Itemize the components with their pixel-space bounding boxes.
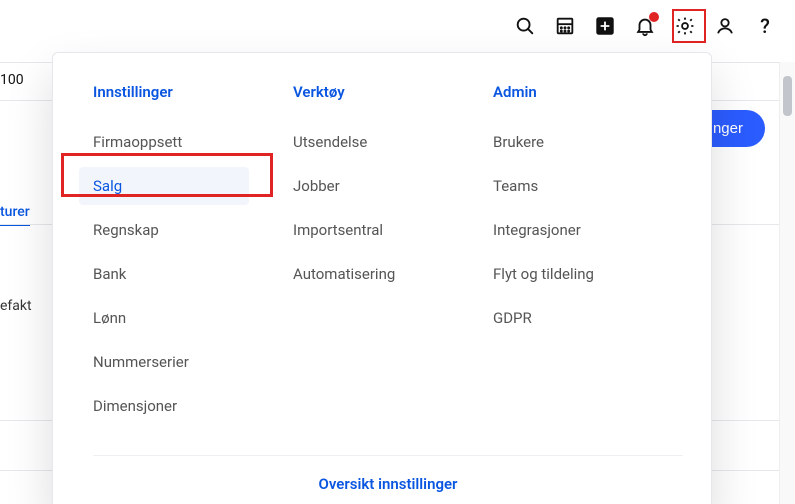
sidebar-tab-fragment[interactable]: efakt [0,294,32,318]
menu-item-regnskap[interactable]: Regnskap [79,211,249,249]
menu-item-gdpr[interactable]: GDPR [479,299,649,337]
menu-footer: Oversikt innstillinger [93,455,683,493]
page-number-fragment: 100 [0,72,24,88]
menu-item-flyt-og-tildeling[interactable]: Flyt og tildeling [479,255,649,293]
user-icon[interactable] [713,14,737,38]
scrollbar-thumb[interactable] [783,76,792,116]
calculator-icon[interactable] [553,14,577,38]
menu-column-title: Innstillinger [93,83,283,101]
menu-column-admin: Admin Brukere Teams Integrasjoner Flyt o… [493,83,683,431]
help-icon[interactable]: ? [753,14,777,38]
menu-item-nummerserier[interactable]: Nummerserier [79,343,249,381]
menu-overview-link[interactable]: Oversikt innstillinger [319,475,458,493]
menu-item-dimensjoner[interactable]: Dimensjoner [79,387,249,425]
menu-column-verktoy: Verktøy Utsendelse Jobber Importsentral … [293,83,483,431]
scrollbar[interactable] [779,62,795,504]
menu-item-integrasjoner[interactable]: Integrasjoner [479,211,649,249]
top-icon-bar: ? [513,14,777,38]
menu-item-bank[interactable]: Bank [79,255,249,293]
menu-column-title: Verktøy [293,83,483,101]
gear-icon[interactable] [673,14,697,38]
menu-item-salg[interactable]: Salg [79,167,249,205]
menu-item-automatisering[interactable]: Automatisering [279,255,449,293]
menu-item-teams[interactable]: Teams [479,167,649,205]
menu-item-brukere[interactable]: Brukere [479,123,649,161]
notification-dot [649,12,659,22]
menu-column-innstillinger: Innstillinger Firmaoppsett Salg Regnskap… [93,83,283,431]
add-icon[interactable] [593,14,617,38]
sidebar-tab-fragment[interactable]: turer [0,200,30,226]
menu-item-firmaoppsett[interactable]: Firmaoppsett [79,123,249,161]
search-icon[interactable] [513,14,537,38]
menu-item-importsentral[interactable]: Importsentral [279,211,449,249]
menu-item-jobber[interactable]: Jobber [279,167,449,205]
settings-menu: Innstillinger Firmaoppsett Salg Regnskap… [52,52,712,504]
menu-column-title: Admin [493,83,683,101]
menu-item-lonn[interactable]: Lønn [79,299,249,337]
bell-icon[interactable] [633,14,657,38]
menu-item-utsendelse[interactable]: Utsendelse [279,123,449,161]
